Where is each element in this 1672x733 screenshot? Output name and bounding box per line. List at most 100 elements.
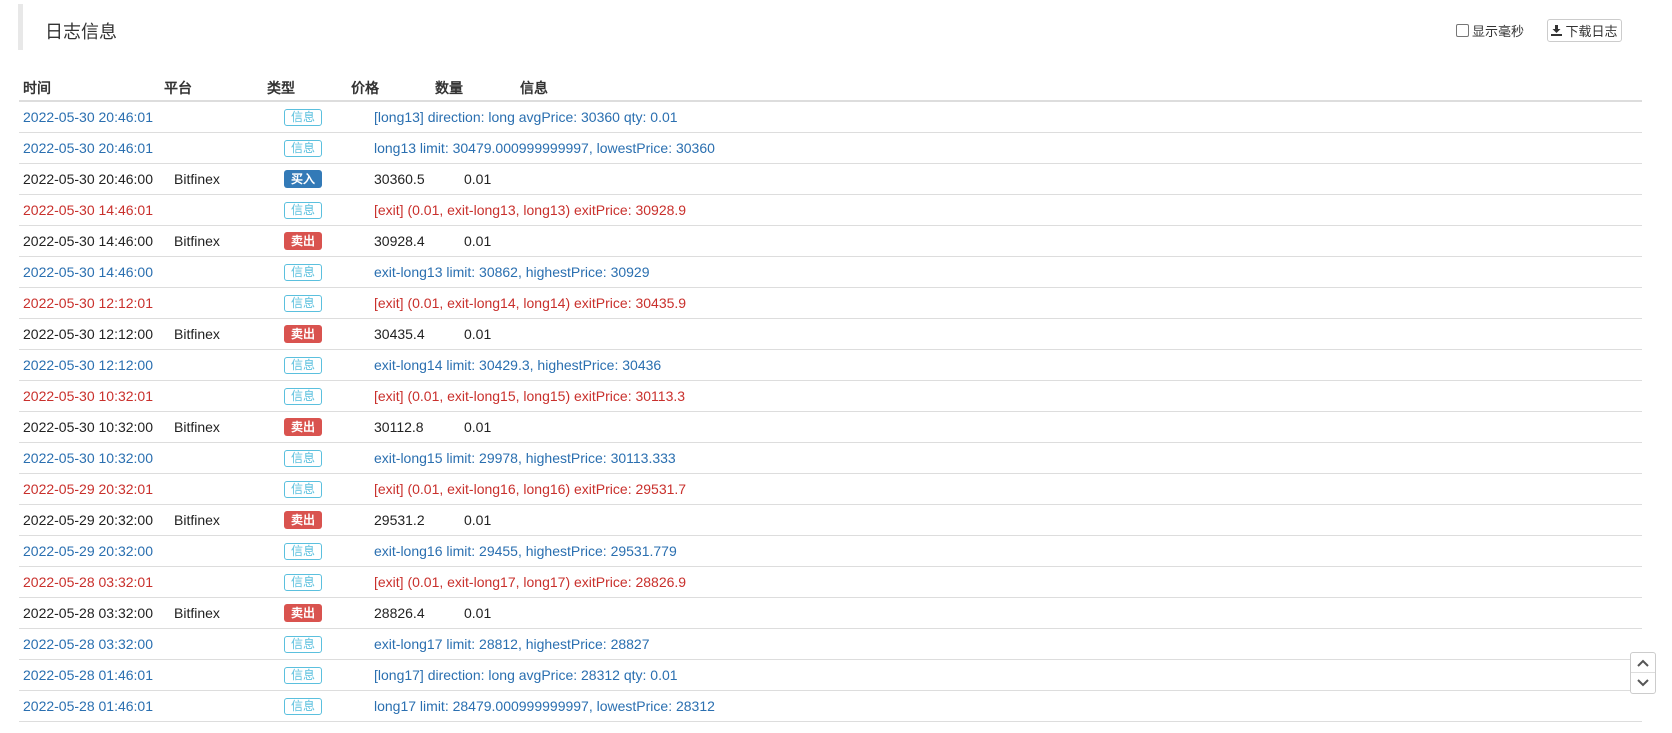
header-platform: 平台 bbox=[164, 81, 192, 97]
type-badge: 信息 bbox=[284, 543, 323, 560]
type-badge: 信息 bbox=[284, 109, 323, 126]
row-qty: 0.01 bbox=[464, 233, 492, 249]
row-type-cell: 信息 bbox=[284, 387, 323, 405]
row-time: 2022-05-30 12:12:00 bbox=[23, 326, 153, 342]
table-row: 2022-05-30 20:46:01 信息 long13 limit: 30479… bbox=[19, 133, 1642, 164]
row-type-cell: 信息 bbox=[284, 697, 323, 715]
row-price: 30928.4 bbox=[374, 233, 425, 249]
row-type-cell: 卖出 bbox=[284, 325, 323, 343]
type-badge: 信息 bbox=[284, 450, 323, 467]
row-time: 2022-05-30 20:46:01 bbox=[23, 140, 153, 156]
download-log-label: 下载日志 bbox=[1565, 25, 1618, 40]
table-row: 2022-05-28 03:32:00 Bitfinex 卖出 28826.4 0.01 bbox=[19, 598, 1642, 629]
row-type-cell: 信息 bbox=[284, 139, 323, 157]
row-type-cell: 卖出 bbox=[284, 604, 323, 622]
table-row: 2022-05-30 10:32:00 信息 exit-long15 limit: … bbox=[19, 443, 1642, 474]
type-badge: 卖出 bbox=[284, 604, 323, 622]
row-type-cell: 买入 bbox=[284, 170, 323, 188]
row-type-cell: 信息 bbox=[284, 201, 323, 219]
table-row: 2022-05-30 10:32:01 信息 [exit] (0.01, exit-… bbox=[19, 381, 1642, 412]
row-platform: Bitfinex bbox=[174, 512, 220, 528]
row-info: exit-long17 limit: 28812, highestPrice: … bbox=[374, 636, 650, 652]
table-body: 2022-05-30 20:46:01 信息 [long13] direction:… bbox=[19, 102, 1642, 722]
panel-header: 日志信息 bbox=[18, 4, 1643, 50]
row-type-cell: 信息 bbox=[284, 542, 323, 560]
scroll-up-button[interactable] bbox=[1631, 653, 1655, 673]
table-row: 2022-05-30 12:12:01 信息 [exit] (0.01, exit-… bbox=[19, 288, 1642, 319]
row-type-cell: 卖出 bbox=[284, 232, 323, 250]
table-row: 2022-05-30 10:32:00 Bitfinex 卖出 30112.8 0.01 bbox=[19, 412, 1642, 443]
table-header: 时间 平台 类型 价格 数量 信息 bbox=[19, 74, 1642, 102]
table-row: 2022-05-28 01:46:01 信息 [long17] direction:… bbox=[19, 660, 1642, 691]
row-time: 2022-05-28 03:32:00 bbox=[23, 605, 153, 621]
header-info: 信息 bbox=[520, 81, 548, 97]
row-platform: Bitfinex bbox=[174, 605, 220, 621]
row-info: [long17] direction: long avgPrice: 28312… bbox=[374, 667, 678, 683]
type-badge: 卖出 bbox=[284, 325, 323, 343]
row-time: 2022-05-30 12:12:00 bbox=[23, 357, 153, 373]
table-row: 2022-05-30 20:46:01 信息 [long13] direction:… bbox=[19, 102, 1642, 133]
table-row: 2022-05-29 20:32:01 信息 [exit] (0.01, exit-… bbox=[19, 474, 1642, 505]
row-info: long17 limit: 28479.000999999997, lowest… bbox=[374, 698, 715, 714]
show-milliseconds-label: 显示毫秒 bbox=[1472, 25, 1525, 40]
row-type-cell: 信息 bbox=[284, 480, 323, 498]
row-price: 30435.4 bbox=[374, 326, 425, 342]
table-row: 2022-05-28 03:32:01 信息 [exit] (0.01, exit-… bbox=[19, 567, 1642, 598]
chevron-down-icon bbox=[1637, 679, 1649, 687]
row-time: 2022-05-28 03:32:00 bbox=[23, 636, 153, 652]
show-milliseconds-checkbox[interactable] bbox=[1456, 24, 1469, 37]
type-badge: 信息 bbox=[284, 481, 323, 498]
table-row: 2022-05-30 12:12:00 信息 exit-long14 limit: … bbox=[19, 350, 1642, 381]
row-price: 30360.5 bbox=[374, 171, 425, 187]
row-time: 2022-05-30 20:46:01 bbox=[23, 109, 153, 125]
row-info: [exit] (0.01, exit-long15, long15) exitP… bbox=[374, 388, 686, 404]
row-time: 2022-05-28 03:32:01 bbox=[23, 574, 153, 590]
row-qty: 0.01 bbox=[464, 326, 492, 342]
row-time: 2022-05-30 14:46:00 bbox=[23, 264, 153, 280]
type-badge: 信息 bbox=[284, 667, 323, 684]
row-qty: 0.01 bbox=[464, 605, 492, 621]
type-badge: 信息 bbox=[284, 636, 323, 653]
row-info: long13 limit: 30479.000999999997, lowest… bbox=[374, 140, 715, 156]
row-time: 2022-05-30 10:32:00 bbox=[23, 450, 153, 466]
table-row: 2022-05-28 03:32:00 信息 exit-long17 limit: … bbox=[19, 629, 1642, 660]
download-log-button[interactable]: 下载日志 bbox=[1547, 19, 1622, 42]
type-badge: 信息 bbox=[284, 574, 323, 591]
row-time: 2022-05-29 20:32:00 bbox=[23, 543, 153, 559]
table-row: 2022-05-29 20:32:00 信息 exit-long16 limit: … bbox=[19, 536, 1642, 567]
table-row: 2022-05-29 20:32:00 Bitfinex 卖出 29531.2 0.01 bbox=[19, 505, 1642, 536]
type-badge: 信息 bbox=[284, 202, 323, 219]
row-info: exit-long16 limit: 29455, highestPrice: … bbox=[374, 543, 677, 559]
header-qty: 数量 bbox=[435, 81, 463, 97]
header-time: 时间 bbox=[23, 81, 51, 97]
type-badge: 信息 bbox=[284, 140, 323, 157]
type-badge: 卖出 bbox=[284, 232, 323, 250]
row-info: [exit] (0.01, exit-long17, long17) exitP… bbox=[374, 574, 687, 590]
type-badge: 信息 bbox=[284, 295, 323, 312]
row-platform: Bitfinex bbox=[174, 233, 220, 249]
download-icon bbox=[1551, 25, 1563, 36]
row-type-cell: 卖出 bbox=[284, 418, 323, 436]
show-milliseconds-toggle[interactable]: 显示毫秒 bbox=[1456, 21, 1524, 40]
row-time: 2022-05-30 10:32:00 bbox=[23, 419, 153, 435]
type-badge: 卖出 bbox=[284, 418, 323, 436]
row-platform: Bitfinex bbox=[174, 326, 220, 342]
panel-title: 日志信息 bbox=[45, 22, 117, 43]
log-table: 时间 平台 类型 价格 数量 信息 2022-05-30 20:46:01 信息 [… bbox=[19, 74, 1642, 722]
row-type-cell: 信息 bbox=[284, 666, 323, 684]
table-row: 2022-05-30 14:46:00 Bitfinex 卖出 30928.4 0.01 bbox=[19, 226, 1642, 257]
header-type: 类型 bbox=[267, 81, 295, 97]
table-row: 2022-05-30 12:12:00 Bitfinex 卖出 30435.4 0.01 bbox=[19, 319, 1642, 350]
row-type-cell: 信息 bbox=[284, 263, 323, 281]
row-info: [exit] (0.01, exit-long13, long13) exitP… bbox=[374, 202, 687, 218]
row-type-cell: 信息 bbox=[284, 449, 323, 467]
row-price: 29531.2 bbox=[374, 512, 425, 528]
row-price: 30112.8 bbox=[374, 419, 424, 435]
row-time: 2022-05-29 20:32:01 bbox=[23, 481, 153, 497]
scroll-down-button[interactable] bbox=[1631, 673, 1655, 693]
row-type-cell: 信息 bbox=[284, 635, 323, 653]
row-qty: 0.01 bbox=[464, 512, 492, 528]
row-time: 2022-05-28 01:46:01 bbox=[23, 698, 153, 714]
chevron-up-icon bbox=[1637, 659, 1649, 667]
row-time: 2022-05-30 12:12:01 bbox=[23, 295, 153, 311]
